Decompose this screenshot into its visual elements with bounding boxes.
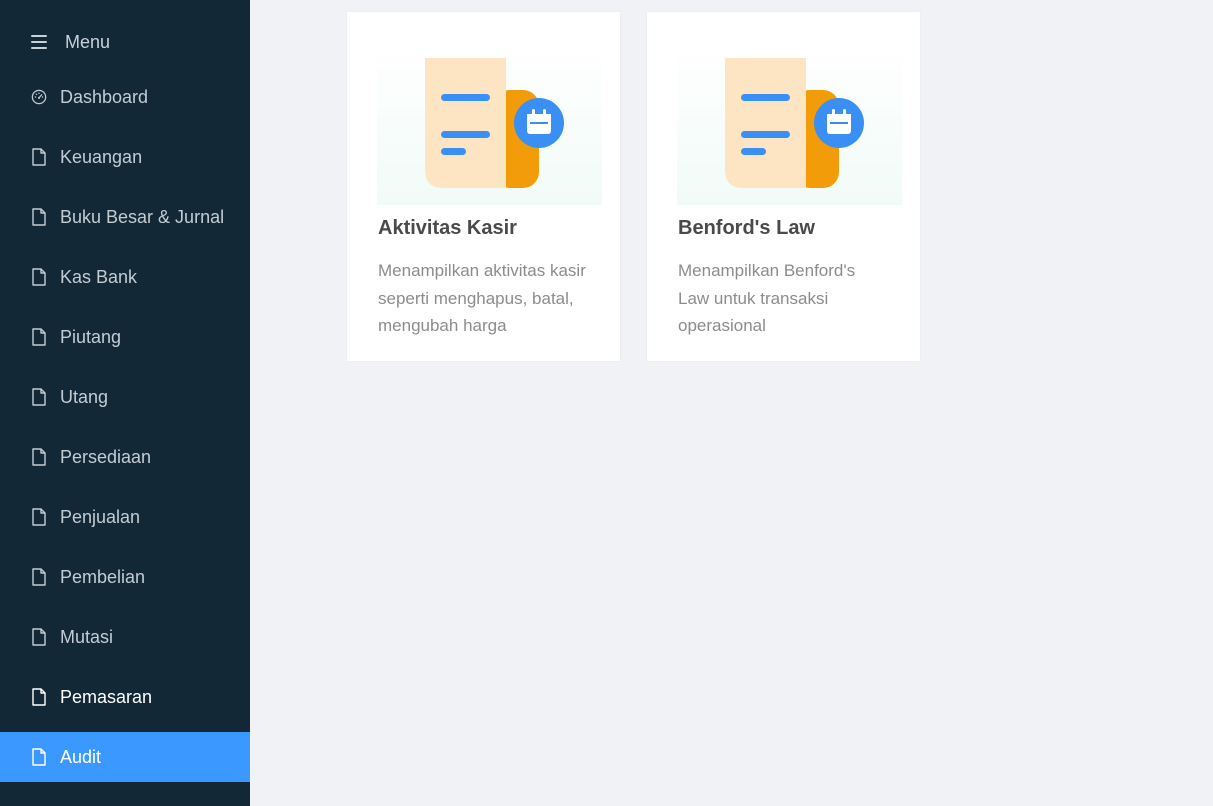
file-icon xyxy=(31,508,47,526)
main-content: Aktivitas Kasir Menampilkan aktivitas ka… xyxy=(250,0,1213,806)
report-card-aktivitas-kasir[interactable]: Aktivitas Kasir Menampilkan aktivitas ka… xyxy=(347,12,620,361)
sidebar-item-buku-besar-jurnal[interactable]: Buku Besar & Jurnal xyxy=(0,192,250,242)
sidebar-item-dashboard[interactable]: Dashboard xyxy=(0,72,250,122)
sidebar-item-label: Buku Besar & Jurnal xyxy=(60,206,225,227)
file-icon xyxy=(31,148,47,166)
report-card-benfords-law[interactable]: Benford's Law Menampilkan Benford's Law … xyxy=(647,12,920,361)
sidebar-item-kas-bank[interactable]: Kas Bank xyxy=(0,252,250,302)
card-description: Menampilkan aktivitas kasir seperti meng… xyxy=(378,261,586,335)
sidebar: Menu Dashboard Keuangan Buku Besar & Jur… xyxy=(0,0,250,806)
hamburger-icon xyxy=(31,35,47,49)
file-icon xyxy=(31,628,47,646)
file-icon xyxy=(31,688,47,706)
sidebar-item-mutasi[interactable]: Mutasi xyxy=(0,612,250,662)
dashboard-icon xyxy=(31,88,47,106)
sidebar-item-piutang[interactable]: Piutang xyxy=(0,312,250,362)
file-icon xyxy=(31,448,47,466)
sidebar-item-keuangan[interactable]: Keuangan xyxy=(0,132,250,182)
sidebar-item-label: Dashboard xyxy=(60,86,149,107)
sidebar-item-pembelian[interactable]: Pembelian xyxy=(0,552,250,602)
sidebar-nav: Dashboard Keuangan Buku Besar & Jurnal K… xyxy=(0,72,250,792)
menu-toggle[interactable]: Menu xyxy=(0,12,250,72)
sidebar-item-label: Piutang xyxy=(60,326,122,347)
file-icon xyxy=(31,568,47,586)
sidebar-item-label: Pembelian xyxy=(60,566,146,587)
sidebar-item-pemasaran[interactable]: Pemasaran xyxy=(0,672,250,722)
sidebar-item-label: Keuangan xyxy=(60,146,143,167)
file-icon xyxy=(31,328,47,346)
file-icon xyxy=(31,208,47,226)
sidebar-item-label: Kas Bank xyxy=(60,266,138,287)
sidebar-item-persediaan[interactable]: Persediaan xyxy=(0,432,250,482)
sidebar-item-label: Utang xyxy=(60,386,109,407)
sidebar-item-label: Pemasaran xyxy=(60,686,153,707)
sidebar-item-label: Audit xyxy=(60,746,102,767)
file-icon xyxy=(31,748,47,766)
file-icon xyxy=(31,388,47,406)
card-description: Menampilkan Benford's Law untuk transaks… xyxy=(678,261,856,335)
app-root: Menu Dashboard Keuangan Buku Besar & Jur… xyxy=(0,0,1213,806)
sidebar-item-label: Persediaan xyxy=(60,446,152,467)
sidebar-item-audit[interactable]: Audit xyxy=(0,732,250,782)
file-icon xyxy=(31,268,47,286)
card-title: Benford's Law xyxy=(678,217,815,239)
sidebar-item-utang[interactable]: Utang xyxy=(0,372,250,422)
menu-label: Menu xyxy=(65,31,111,52)
sidebar-item-label: Mutasi xyxy=(60,626,114,647)
report-calendar-icon xyxy=(725,58,864,188)
card-illustration xyxy=(377,42,602,205)
card-illustration xyxy=(677,42,902,205)
sidebar-item-label: Penjualan xyxy=(60,506,141,527)
report-calendar-icon xyxy=(425,58,564,188)
card-title: Aktivitas Kasir xyxy=(378,217,517,239)
sidebar-item-penjualan[interactable]: Penjualan xyxy=(0,492,250,542)
